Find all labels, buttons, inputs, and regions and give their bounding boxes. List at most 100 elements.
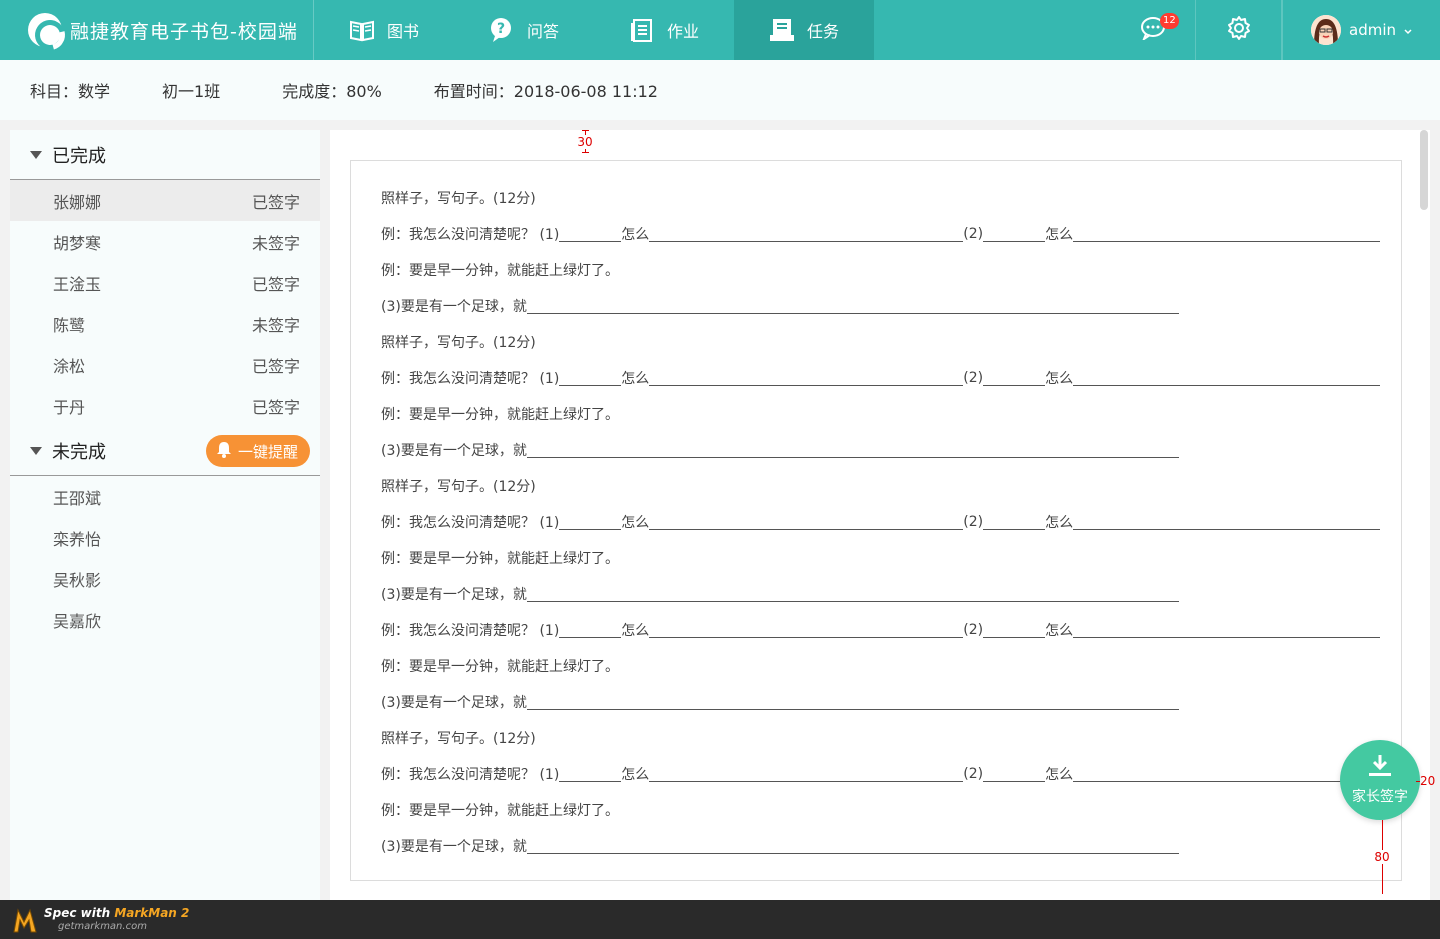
answer-blank[interactable] bbox=[1073, 622, 1381, 638]
question-line: 例：我怎么没问清楚呢？ (1) 怎么 (2) 怎么 bbox=[381, 504, 1401, 540]
answer-blank[interactable] bbox=[649, 514, 964, 530]
app-title: 融捷教育电子书包-校园端 bbox=[70, 20, 298, 43]
completed-group-header[interactable]: 已完成 bbox=[10, 130, 320, 180]
example-keyword: 怎么 bbox=[1045, 371, 1074, 387]
student-panel: 已完成 张娜娜 已签字 胡梦寒 未签字 王淦玉 已签字 陈鹭 未签字 涂松 已签字 于丹 已签字 未完… bbox=[10, 130, 320, 900]
answer-blank[interactable] bbox=[1073, 766, 1381, 782]
sign-status: 未签字 bbox=[251, 315, 300, 335]
example-keyword: 怎么 bbox=[621, 227, 650, 243]
nav-books[interactable]: 图书 bbox=[314, 0, 454, 60]
scrollbar-thumb[interactable] bbox=[1420, 130, 1428, 210]
message-count-badge: 12 bbox=[1160, 13, 1179, 29]
question-line: (3)要是有一个足球，就 bbox=[381, 432, 1401, 468]
question-line: (3)要是有一个足球，就 bbox=[381, 828, 1401, 864]
answer-blank[interactable] bbox=[649, 766, 964, 782]
messages-button[interactable]: 12 bbox=[1110, 0, 1196, 60]
incomplete-student-row[interactable]: 王邵斌 bbox=[10, 476, 320, 517]
completed-student-row[interactable]: 王淦玉 已签字 bbox=[10, 262, 320, 303]
example-sentence: 例：要是早一分钟，就能赶上绿灯了。 bbox=[381, 659, 619, 675]
student-name: 陈鹭 bbox=[53, 315, 86, 335]
student-name: 王邵斌 bbox=[53, 488, 102, 508]
answer-blank[interactable] bbox=[983, 226, 1046, 242]
incomplete-group-header[interactable]: 未完成 一键提醒 bbox=[10, 426, 320, 476]
answer-blank[interactable] bbox=[983, 514, 1046, 530]
answer-blank[interactable] bbox=[526, 298, 1179, 314]
nav-qa[interactable]: ? 问答 bbox=[454, 0, 594, 60]
example-sentence: 例：要是早一分钟，就能赶上绿灯了。 bbox=[381, 407, 619, 423]
incomplete-student-row[interactable]: 吴嘉欣 bbox=[10, 599, 320, 640]
answer-blank[interactable] bbox=[559, 766, 622, 782]
nav-tasks[interactable]: 任务 bbox=[734, 0, 874, 60]
answer-blank[interactable] bbox=[559, 370, 622, 386]
answer-blank[interactable] bbox=[649, 226, 964, 242]
gear-icon bbox=[1226, 15, 1252, 45]
spacing-annotation-right: 20 bbox=[1416, 774, 1435, 788]
answer-blank[interactable] bbox=[983, 370, 1046, 386]
completed-student-row[interactable]: 张娜娜 已签字 bbox=[10, 180, 320, 221]
logo-icon bbox=[28, 13, 62, 47]
completed-student-row[interactable]: 胡梦寒 未签字 bbox=[10, 221, 320, 262]
question-line: 例：我怎么没问清楚呢？ (1) 怎么 (2) 怎么 bbox=[381, 360, 1401, 396]
example-prompt: 例：我怎么没问清楚呢？ (1) bbox=[381, 371, 560, 387]
answer-blank[interactable] bbox=[983, 622, 1046, 638]
settings-button[interactable] bbox=[1196, 0, 1282, 60]
completion-info: 完成度：80% bbox=[282, 82, 382, 101]
completed-student-row[interactable]: 于丹 已签字 bbox=[10, 385, 320, 426]
sign-status: 已签字 bbox=[251, 192, 300, 212]
answer-blank[interactable] bbox=[526, 586, 1179, 602]
completed-student-row[interactable]: 涂松 已签字 bbox=[10, 344, 320, 385]
example-sentence: 例：要是早一分钟，就能赶上绿灯了。 bbox=[381, 551, 619, 567]
app-logo[interactable]: 融捷教育电子书包-校园端 bbox=[0, 0, 314, 60]
question-bubble-icon: ? bbox=[489, 17, 515, 43]
question-line: 例：要是早一分钟，就能赶上绿灯了。 bbox=[381, 252, 1401, 288]
student-name: 张娜娜 bbox=[53, 192, 102, 212]
parent-sign-label: 家长签字 bbox=[1352, 789, 1408, 805]
example-keyword: 怎么 bbox=[1045, 515, 1074, 531]
example-sentence: 例：要是早一分钟，就能赶上绿灯了。 bbox=[381, 263, 619, 279]
answer-blank[interactable] bbox=[526, 838, 1179, 854]
answer-blank[interactable] bbox=[559, 226, 622, 242]
answer-blank[interactable] bbox=[526, 694, 1179, 710]
example-keyword: 怎么 bbox=[621, 767, 650, 783]
answer-blank[interactable] bbox=[559, 622, 622, 638]
remind-all-button[interactable]: 一键提醒 bbox=[205, 435, 310, 467]
student-name: 栾养怡 bbox=[53, 529, 102, 549]
nav-homework[interactable]: 作业 bbox=[594, 0, 734, 60]
markman-tagline: Spec with MarkMan 2 bbox=[44, 905, 190, 920]
answer-blank[interactable] bbox=[649, 370, 964, 386]
parent-sign-button[interactable]: 家长签字 bbox=[1340, 740, 1420, 820]
question-line: 照样子，写句子。(12分) bbox=[381, 720, 1401, 756]
fill-prompt: (3)要是有一个足球，就 bbox=[381, 443, 527, 459]
answer-blank[interactable] bbox=[526, 442, 1179, 458]
student-name: 王淦玉 bbox=[53, 274, 102, 294]
download-icon bbox=[1368, 754, 1392, 782]
nav-homework-label: 作业 bbox=[666, 22, 699, 41]
sign-status: 已签字 bbox=[251, 397, 300, 417]
incomplete-student-row[interactable]: 栾养怡 bbox=[10, 517, 320, 558]
student-name: 吴嘉欣 bbox=[53, 611, 102, 631]
answer-blank[interactable] bbox=[559, 514, 622, 530]
chevron-down-icon bbox=[1404, 21, 1412, 39]
top-bar: 融捷教育电子书包-校园端 图书 ? 问答 作业 任务 12 admin bbox=[0, 0, 1440, 60]
answer-blank[interactable] bbox=[1073, 226, 1381, 242]
user-menu[interactable]: admin bbox=[1282, 0, 1440, 60]
incomplete-student-row[interactable]: 吴秋影 bbox=[10, 558, 320, 599]
question-heading: 照样子，写句子。(12分) bbox=[381, 479, 536, 495]
question-heading: 照样子，写句子。(12分) bbox=[381, 731, 536, 747]
question-line: 例：要是早一分钟，就能赶上绿灯了。 bbox=[381, 540, 1401, 576]
answer-blank[interactable] bbox=[649, 622, 964, 638]
example-keyword: 怎么 bbox=[621, 371, 650, 387]
question-line: (3)要是有一个足球，就 bbox=[381, 684, 1401, 720]
completed-student-row[interactable]: 陈鹭 未签字 bbox=[10, 303, 320, 344]
example-prompt: 例：我怎么没问清楚呢？ (1) bbox=[381, 767, 560, 783]
top-right-tools: 12 admin bbox=[1110, 0, 1440, 60]
example-keyword: 怎么 bbox=[621, 623, 650, 639]
answer-blank[interactable] bbox=[1073, 370, 1381, 386]
example-keyword: 怎么 bbox=[621, 515, 650, 531]
question-line: 例：我怎么没问清楚呢？ (1) 怎么 (2) 怎么 bbox=[381, 612, 1401, 648]
answer-blank[interactable] bbox=[1073, 514, 1381, 530]
answer-blank[interactable] bbox=[983, 766, 1046, 782]
completed-group-title: 已完成 bbox=[52, 145, 106, 167]
student-name: 吴秋影 bbox=[53, 570, 102, 590]
task-info-bar: 科目：数学 初一1班 完成度：80% 布置时间：2018-06-08 11:12 bbox=[0, 60, 1440, 120]
